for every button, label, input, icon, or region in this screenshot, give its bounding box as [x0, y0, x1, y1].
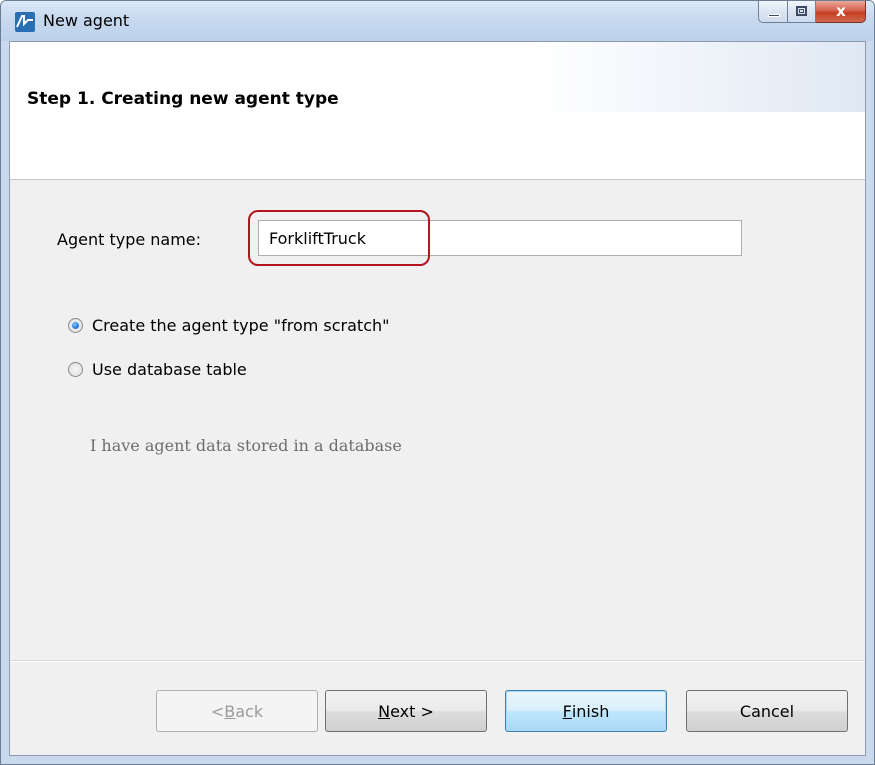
dialog-content: Step 1. Creating new agent type Agent ty…	[9, 41, 866, 756]
back-button[interactable]: < Back	[156, 690, 318, 732]
dialog-window: New agent x Step 1. Creating new agent t…	[0, 0, 875, 765]
finish-button-rest: inish	[571, 701, 610, 721]
cancel-button[interactable]: Cancel	[686, 690, 848, 732]
minimize-button[interactable]	[758, 1, 788, 23]
step-title: Step 1. Creating new agent type	[27, 89, 339, 109]
finish-mnemonic: F	[562, 701, 572, 721]
close-button[interactable]: x	[816, 1, 866, 23]
title-bar[interactable]: New agent x	[1, 1, 874, 41]
radio-button-checked[interactable]	[68, 317, 83, 333]
back-button-prefix: <	[210, 701, 225, 721]
radio-button-unchecked[interactable]	[68, 361, 83, 377]
finish-button[interactable]: Finish	[505, 690, 667, 732]
window-controls: x	[758, 1, 866, 23]
radio-database-table[interactable]: Use database table	[68, 358, 247, 380]
radio-from-scratch[interactable]: Create the agent type "from scratch"	[68, 314, 390, 336]
header-gradient	[535, 42, 865, 112]
back-mnemonic: B	[224, 701, 236, 721]
minimize-icon	[768, 14, 780, 17]
next-mnemonic: N	[378, 701, 391, 721]
agent-type-name-input[interactable]	[258, 220, 742, 256]
back-button-rest: ack	[235, 701, 264, 721]
agent-type-name-label: Agent type name:	[57, 230, 202, 249]
radio-database-label: Use database table	[92, 359, 247, 379]
anylogic-app-icon	[15, 12, 35, 32]
next-button-rest: ext >	[390, 701, 434, 721]
close-icon: x	[836, 2, 846, 20]
maximize-button[interactable]	[788, 1, 816, 23]
window-title: New agent	[43, 11, 130, 30]
database-hint: I have agent data stored in a database	[90, 436, 402, 455]
footer-separator	[10, 660, 865, 662]
wizard-header: Step 1. Creating new agent type	[10, 42, 865, 180]
radio-from-scratch-label: Create the agent type "from scratch"	[92, 315, 390, 335]
next-button[interactable]: Next >	[325, 690, 487, 732]
maximize-icon	[796, 6, 807, 16]
